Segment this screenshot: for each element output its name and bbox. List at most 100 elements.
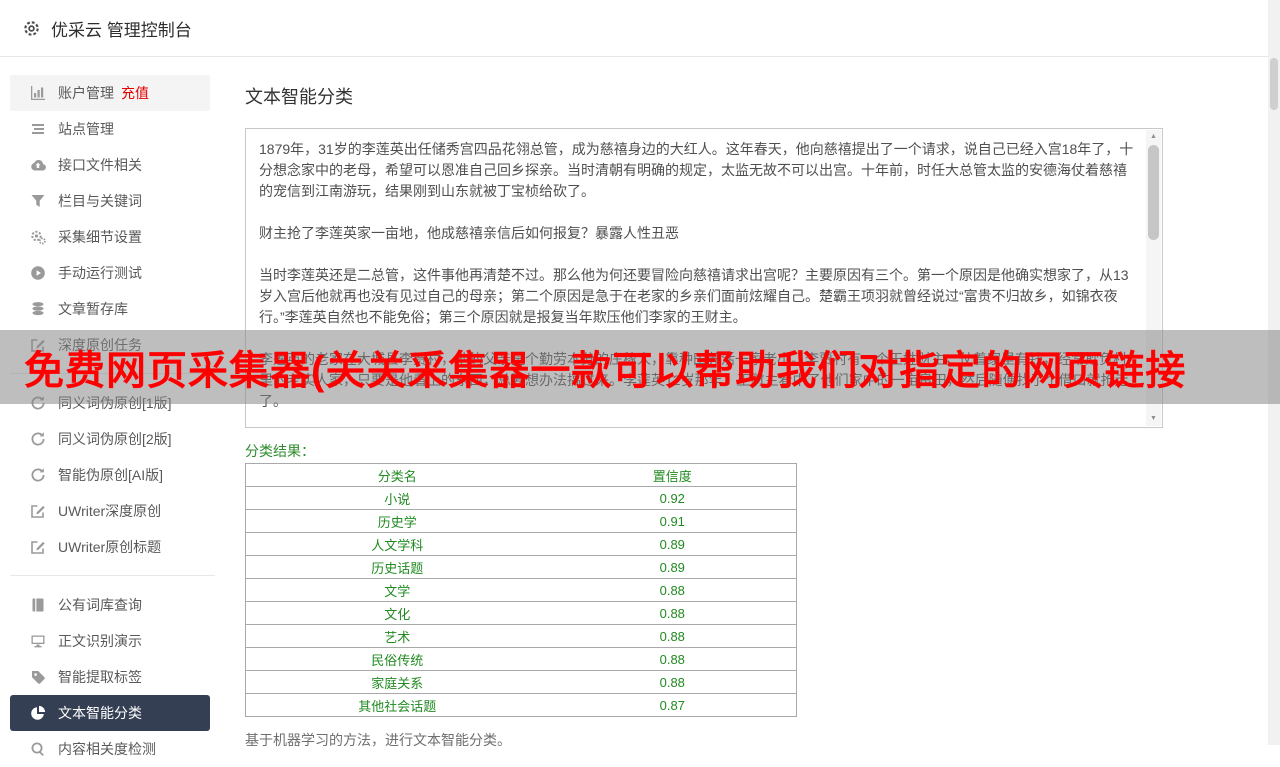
classification-table: 分类名 置信度 小说 0.92 历史学 0.91 人文学科 0.89 历史话题 0.89 文学 0.8… xyxy=(245,463,797,717)
sidebar-item-7[interactable]: 文章暂存库 xyxy=(10,291,210,327)
app-title: 优采云 管理控制台 xyxy=(51,20,192,40)
sidebar-item-label: 同义词伪原创[1版] xyxy=(58,395,172,411)
gear-icon[interactable] xyxy=(22,19,41,38)
confidence-cell: 0.88 xyxy=(548,601,797,625)
sidebar-item-label: UWriter原创标题 xyxy=(58,539,162,555)
confidence-cell: 0.91 xyxy=(548,509,797,533)
page-scrollbar[interactable] xyxy=(1268,0,1280,745)
category-cell: 文学 xyxy=(245,578,549,602)
sidebar-item-label: 接口文件相关 xyxy=(58,157,142,173)
top-header: 优采云 管理控制台 xyxy=(0,0,1280,57)
table-row: 艺术 0.88 xyxy=(245,624,797,648)
sidebar-item-1[interactable]: 账户管理 充值 xyxy=(10,75,210,111)
sidebar-divider xyxy=(10,575,215,576)
category-cell: 家庭关系 xyxy=(245,670,549,694)
monitor-icon xyxy=(30,633,46,649)
database-icon xyxy=(30,301,46,317)
table-row: 人文学科 0.89 xyxy=(245,532,797,556)
pencil-square-icon xyxy=(30,337,46,353)
classification-text-input[interactable]: 1879年，31岁的李莲英出任储秀宫四品花翎总管，成为慈禧身边的大红人。这年春天… xyxy=(245,128,1163,428)
input-text: 1879年，31岁的李莲英出任储秀宫四品花翎总管，成为慈禧身边的大红人。这年春天… xyxy=(259,141,1134,409)
main-content: 文本智能分类 1879年，31岁的李莲英出任储秀宫四品花翎总管，成为慈禧身边的大… xyxy=(245,57,1163,750)
sidebar-item-label: 站点管理 xyxy=(58,121,114,137)
play-circle-icon xyxy=(30,265,46,281)
table-row: 小说 0.92 xyxy=(245,486,797,510)
confidence-cell: 0.89 xyxy=(548,532,797,556)
category-cell: 艺术 xyxy=(245,624,549,648)
sidebar-item-18[interactable]: 内容相关度检测 xyxy=(10,731,210,767)
sidebar-item-label: 智能提取标签 xyxy=(58,669,142,685)
sidebar-divider xyxy=(10,373,215,374)
category-cell: 民俗传统 xyxy=(245,647,549,671)
sidebar-item-label: 采集细节设置 xyxy=(58,229,142,245)
table-header-row: 分类名 置信度 xyxy=(245,463,797,487)
sidebar-item-13[interactable]: UWriter原创标题 xyxy=(10,529,210,565)
sidebar-item-2[interactable]: 站点管理 xyxy=(10,111,210,147)
sidebar-item-label: 同义词伪原创[2版] xyxy=(58,431,172,447)
category-cell: 历史学 xyxy=(245,509,549,533)
confidence-cell: 0.88 xyxy=(548,624,797,648)
table-row: 历史话题 0.89 xyxy=(245,555,797,579)
category-cell: 历史话题 xyxy=(245,555,549,579)
sidebar-item-16[interactable]: 智能提取标签 xyxy=(10,659,210,695)
category-cell: 其他社会话题 xyxy=(245,693,549,717)
sidebar-item-label: 账户管理 xyxy=(58,85,114,101)
sidebar-item-10[interactable]: 同义词伪原创[2版] xyxy=(10,421,210,457)
sidebar-item-14[interactable]: 公有词库查询 xyxy=(10,587,210,623)
table-row: 历史学 0.91 xyxy=(245,509,797,533)
sidebar-item-label: 文章暂存库 xyxy=(58,301,128,317)
pie-chart-icon xyxy=(30,705,46,721)
pencil-square-icon xyxy=(30,503,46,519)
column-header: 分类名 xyxy=(245,463,549,487)
sidebar-item-label: 文本智能分类 xyxy=(58,705,142,721)
scroll-up-icon[interactable]: ▲ xyxy=(1146,130,1161,144)
table-row: 其他社会话题 0.87 xyxy=(245,693,797,717)
confidence-cell: 0.88 xyxy=(548,647,797,671)
tag-icon xyxy=(30,669,46,685)
confidence-cell: 0.88 xyxy=(548,670,797,694)
recharge-badge[interactable]: 充值 xyxy=(121,83,149,103)
sidebar-item-17[interactable]: 文本智能分类 xyxy=(10,695,210,731)
page-title: 文本智能分类 xyxy=(245,87,353,107)
chart-bars-icon xyxy=(30,85,46,101)
sidebar-item-label: 正文识别演示 xyxy=(58,633,142,649)
category-cell: 人文学科 xyxy=(245,532,549,556)
magnifier-icon xyxy=(30,741,46,757)
sidebar-item-5[interactable]: 采集细节设置 xyxy=(10,219,210,255)
cloud-upload-icon xyxy=(30,157,46,173)
sidebar-item-label: 深度原创任务 xyxy=(58,337,142,353)
list-lines-icon xyxy=(30,121,46,137)
sidebar-item-11[interactable]: 智能伪原创[AI版] xyxy=(10,457,210,493)
page-scrollbar-thumb[interactable] xyxy=(1270,58,1278,110)
textarea-scrollbar-thumb[interactable] xyxy=(1148,145,1159,240)
sidebar-item-label: 手动运行测试 xyxy=(58,265,142,281)
sidebar-item-9[interactable]: 同义词伪原创[1版] xyxy=(10,385,210,421)
sidebar-item-6[interactable]: 手动运行测试 xyxy=(10,255,210,291)
table-row: 文学 0.88 xyxy=(245,578,797,602)
confidence-cell: 0.89 xyxy=(548,555,797,579)
footnote: 基于机器学习的方法，进行文本智能分类。 xyxy=(245,732,511,748)
sidebar-item-8[interactable]: 深度原创任务 xyxy=(10,327,210,363)
column-header: 置信度 xyxy=(548,463,797,487)
table-row: 民俗传统 0.88 xyxy=(245,647,797,671)
funnel-icon xyxy=(30,193,46,209)
sidebar-item-label: 栏目与关键词 xyxy=(58,193,142,209)
pencil-square-icon xyxy=(30,539,46,555)
sidebar-item-15[interactable]: 正文识别演示 xyxy=(10,623,210,659)
sidebar-item-label: UWriter深度原创 xyxy=(58,503,162,519)
sidebar-item-label: 公有词库查询 xyxy=(58,597,142,613)
refresh-icon xyxy=(30,395,46,411)
textarea-scrollbar[interactable]: ▲ ▼ xyxy=(1146,130,1161,426)
scroll-down-icon[interactable]: ▼ xyxy=(1146,412,1161,426)
sidebar-nav: 账户管理 充值站点管理接口文件相关 栏目与关键词 采集细节设置 手动运行测试 文章暂存库深… xyxy=(0,57,225,757)
sidebar-item-label: 智能伪原创[AI版] xyxy=(58,467,164,483)
sidebar-item-3[interactable]: 接口文件相关 xyxy=(10,147,210,183)
refresh-icon xyxy=(30,467,46,483)
result-label: 分类结果： xyxy=(245,443,315,459)
sidebar-item-4[interactable]: 栏目与关键词 xyxy=(10,183,210,219)
refresh-icon xyxy=(30,431,46,447)
category-cell: 文化 xyxy=(245,601,549,625)
table-row: 文化 0.88 xyxy=(245,601,797,625)
sidebar-item-12[interactable]: UWriter深度原创 xyxy=(10,493,210,529)
table-row: 家庭关系 0.88 xyxy=(245,670,797,694)
